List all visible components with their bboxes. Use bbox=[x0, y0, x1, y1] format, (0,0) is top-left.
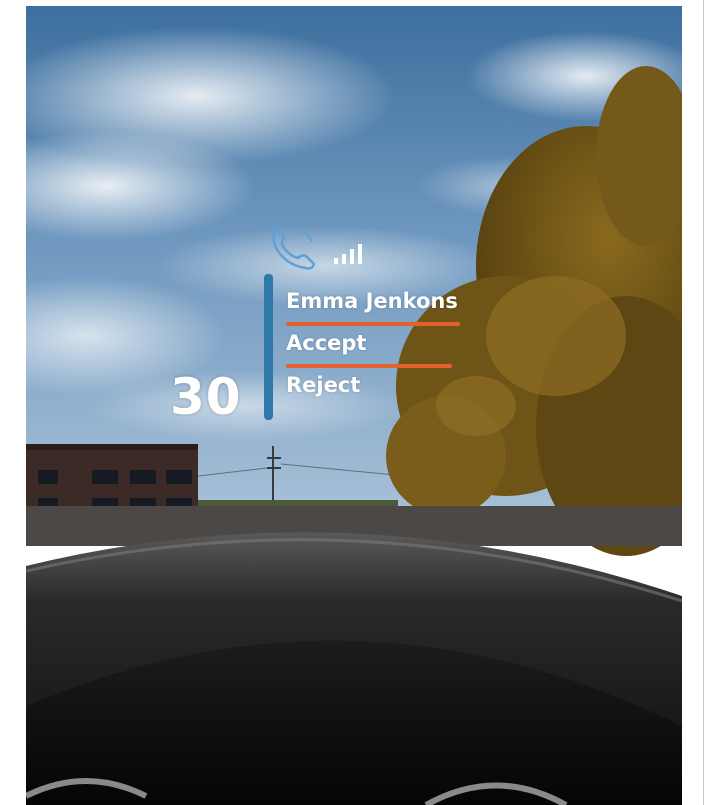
menu-separator bbox=[286, 322, 460, 326]
hud-screenshot: 30 Emma Jenkons Accept Reject bbox=[26, 6, 682, 805]
caller-name: Emma Jenkons bbox=[286, 289, 458, 313]
building bbox=[26, 444, 198, 514]
reject-call-option[interactable]: Reject bbox=[286, 373, 360, 397]
windshield-scene bbox=[26, 6, 682, 805]
speed-readout: 30 bbox=[170, 368, 242, 426]
signal-icon bbox=[334, 244, 362, 264]
hud-divider-bar bbox=[264, 274, 273, 420]
phone-icon bbox=[272, 226, 316, 270]
page-border bbox=[703, 0, 704, 805]
menu-separator bbox=[286, 364, 452, 368]
accept-call-option[interactable]: Accept bbox=[286, 331, 366, 355]
